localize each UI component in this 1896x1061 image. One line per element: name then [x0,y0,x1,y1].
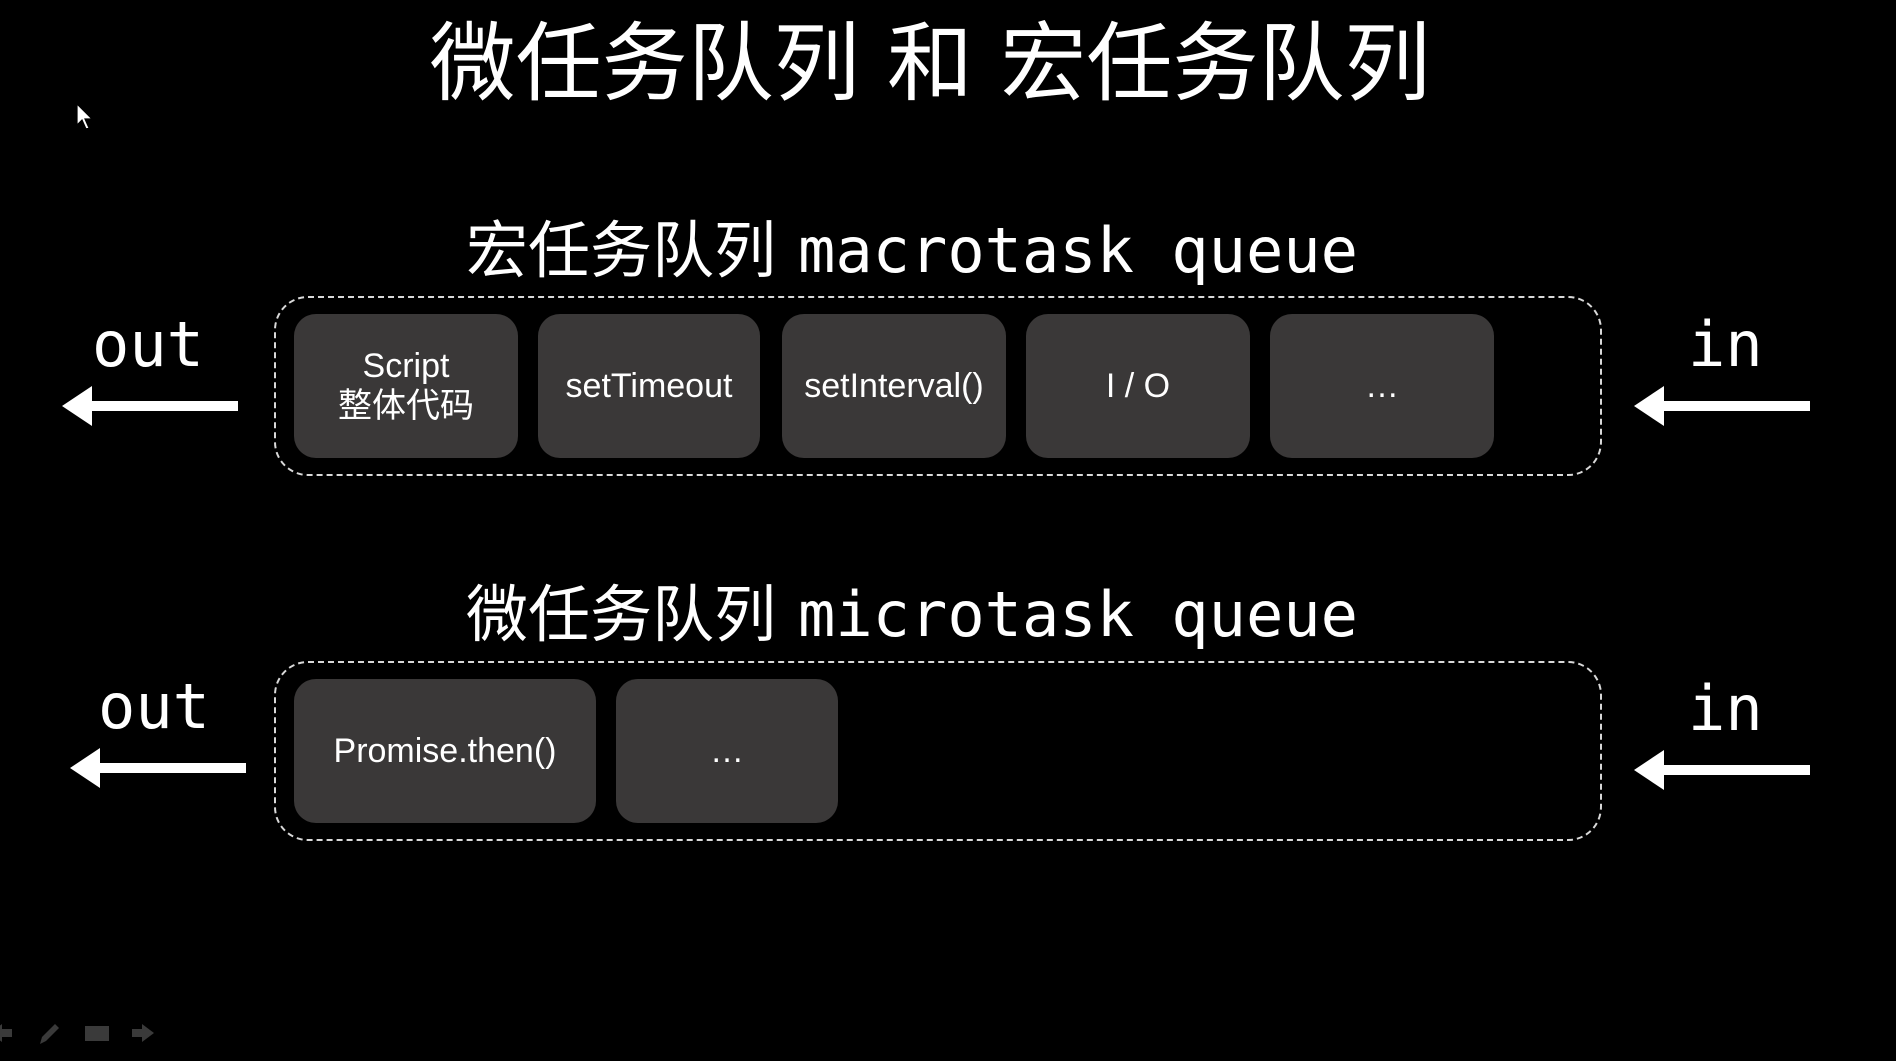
microtask-heading-zh: 微任务队列 [466,578,777,651]
macrotask-item-label: setTimeout [565,367,733,405]
microtask-item-more: … [616,679,838,823]
macrotask-item-label: setInterval() [804,367,984,405]
macrotask-out-label: out [92,308,204,381]
microtask-queue: Promise.then() … [274,661,1602,841]
microtask-item-label: Promise.then() [333,732,557,770]
presentation-toolbar [0,1018,170,1048]
macrotask-queue-heading: 宏任务队列 macrotask queue [466,216,1358,286]
macrotask-item-label: Script [362,347,450,385]
macrotask-out-arrow-icon [62,386,238,426]
microtask-queue-heading: 微任务队列 microtask queue [466,580,1358,650]
macrotask-in-label: in [1688,308,1763,381]
microtask-heading-en: microtask queue [798,578,1358,651]
macrotask-item-label: I / O [1105,367,1171,405]
slides-icon[interactable] [82,1018,112,1048]
mouse-cursor-icon [76,103,94,130]
microtask-out-label: out [98,670,210,743]
microtask-in-arrow-icon [1634,750,1810,790]
previous-icon[interactable] [0,1018,16,1048]
macrotask-item-io: I / O [1026,314,1250,458]
microtask-item-promise-then: Promise.then() [294,679,596,823]
microtask-in-label: in [1688,672,1763,745]
macrotask-queue: Script 整体代码 setTimeout setInterval() I /… [274,296,1602,476]
macrotask-item-settimeout: setTimeout [538,314,760,458]
slide-title: 微任务队列 和 宏任务队列 [429,14,1431,114]
macrotask-item-label: … [1365,367,1399,405]
microtask-item-label: … [710,732,744,770]
macrotask-item-more: … [1270,314,1494,458]
macrotask-heading-zh: 宏任务队列 [466,214,777,287]
macrotask-in-arrow-icon [1634,386,1810,426]
macrotask-item-sublabel: 整体代码 [338,386,474,426]
macrotask-heading-en: macrotask queue [798,214,1358,287]
macrotask-item-setinterval: setInterval() [782,314,1006,458]
macrotask-item-script: Script 整体代码 [294,314,518,458]
next-icon[interactable] [128,1018,158,1048]
pen-icon[interactable] [34,1018,64,1048]
microtask-out-arrow-icon [70,748,246,788]
